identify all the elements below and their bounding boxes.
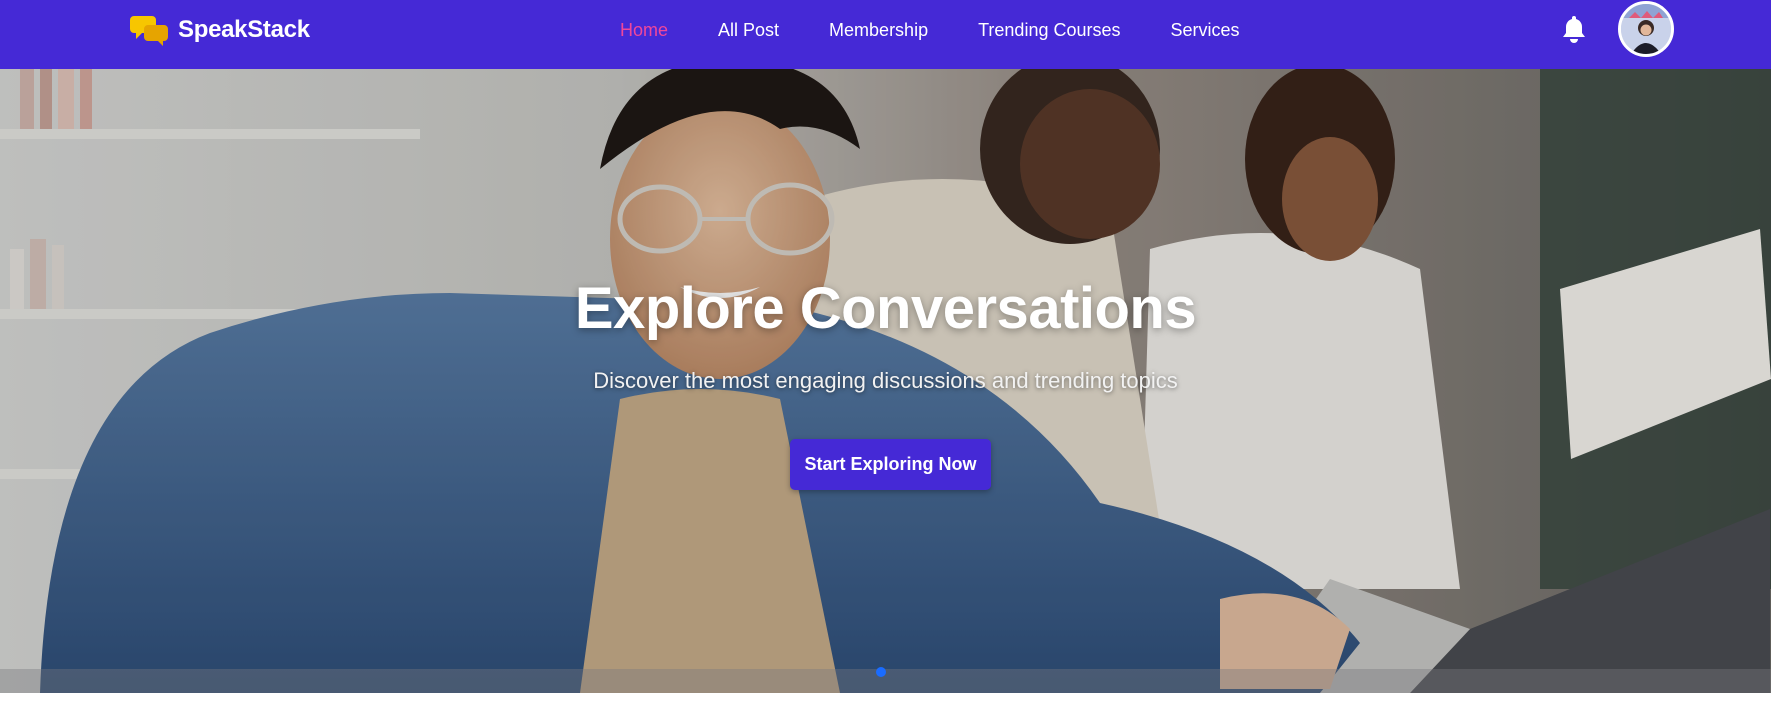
bell-icon[interactable] — [1560, 14, 1588, 44]
carousel-dot-active[interactable] — [876, 667, 886, 677]
hero-subtitle: Discover the most engaging discussions a… — [593, 368, 1178, 393]
page-bottom-strip — [0, 693, 1771, 704]
nav-link-trending-courses[interactable]: Trending Courses — [978, 20, 1120, 41]
start-exploring-button[interactable]: Start Exploring Now — [790, 439, 991, 490]
hero-section: Explore Conversations Discover the most … — [0, 69, 1771, 693]
brand-logo-link[interactable]: SpeakStack — [130, 12, 310, 48]
brand-name: SpeakStack — [178, 16, 310, 43]
nav-link-all-post[interactable]: All Post — [718, 20, 779, 41]
nav-link-home[interactable]: Home — [620, 20, 668, 41]
nav-link-membership[interactable]: Membership — [829, 20, 928, 41]
nav-link-services[interactable]: Services — [1171, 20, 1240, 41]
hero-title: Explore Conversations — [574, 276, 1197, 341]
main-nav: Home All Post Membership Trending Course… — [620, 0, 1290, 60]
chat-bubbles-icon — [130, 13, 170, 47]
user-avatar[interactable] — [1618, 1, 1674, 57]
navbar: SpeakStack Home All Post Membership Tren… — [0, 0, 1771, 69]
